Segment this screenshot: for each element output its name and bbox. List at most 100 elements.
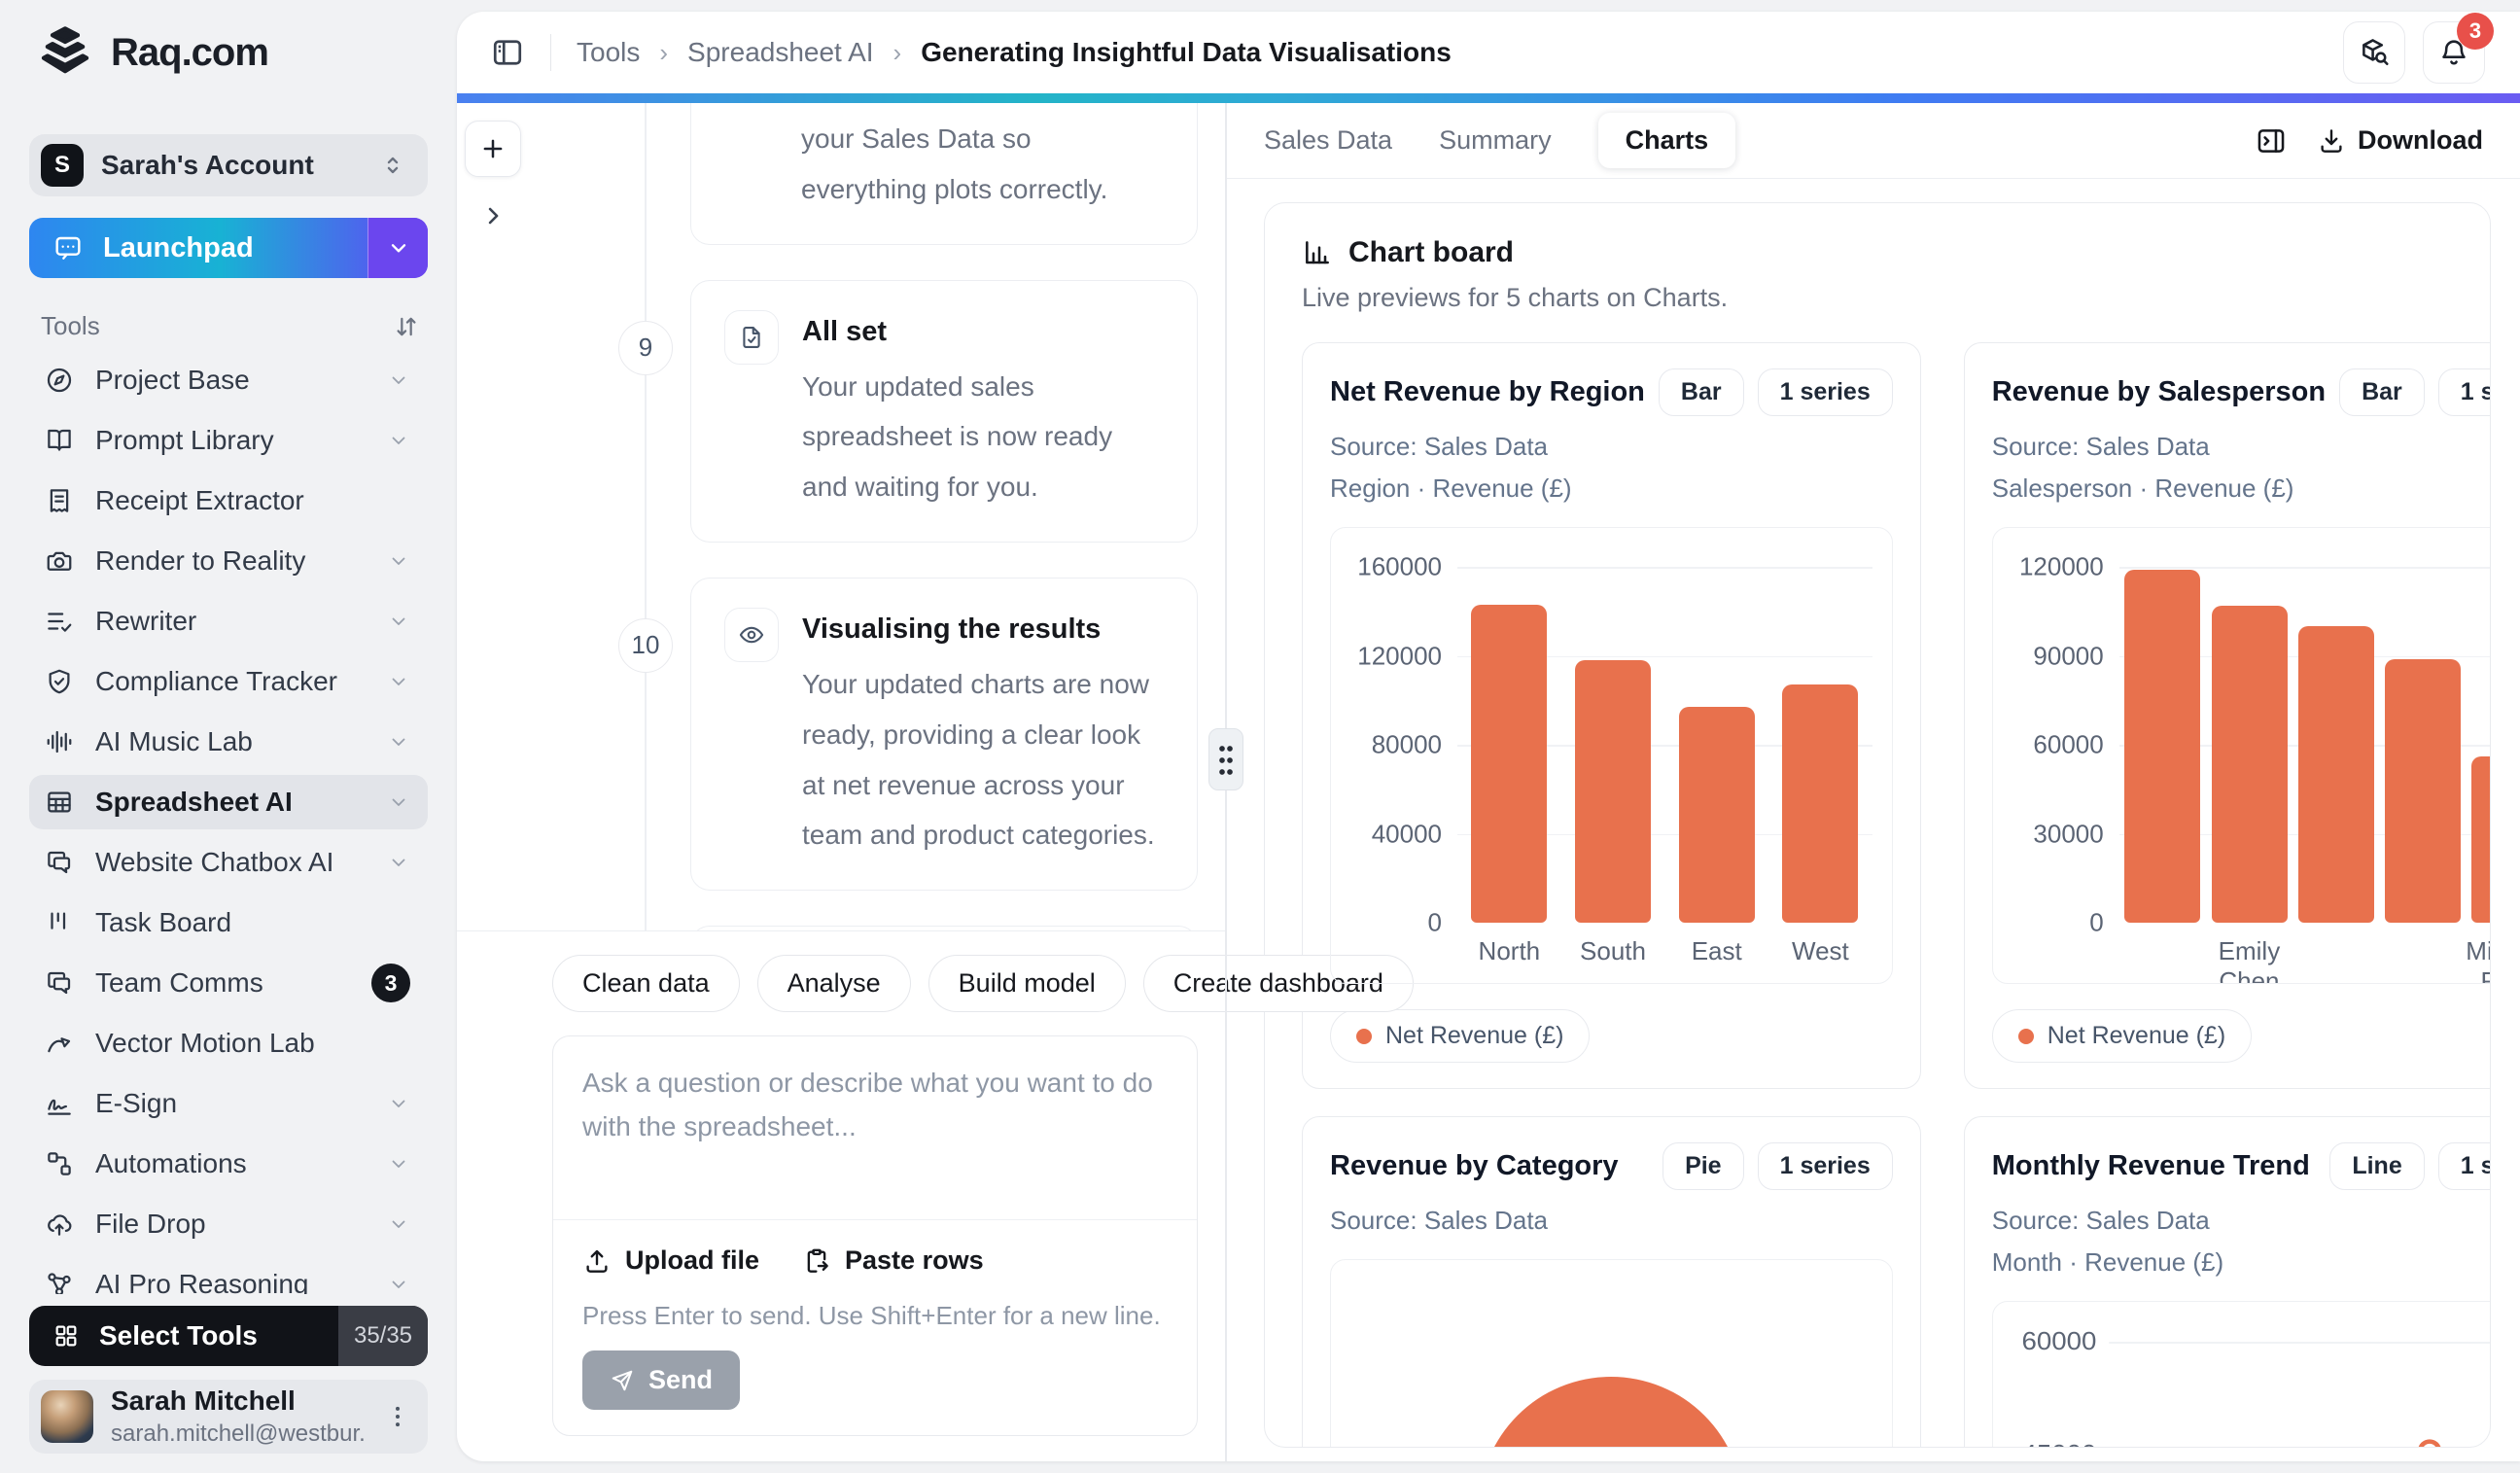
charts-panel: Sales Data Summary Charts Download — [1227, 103, 2520, 1461]
launchpad-button[interactable]: Launchpad — [29, 218, 428, 278]
chart-title: Monthly Revenue Trend — [1992, 1150, 2317, 1182]
chart-plot-bar: 0300006000090000120000Emily ChenMichael … — [1992, 527, 2491, 984]
panel-resize-handle[interactable] — [1208, 728, 1243, 790]
grip-dots-icon — [1218, 743, 1234, 776]
x-axis-label: East — [1664, 936, 1768, 966]
composer-hint: Press Enter to send. Use Shift+Enter for… — [553, 1276, 1197, 1331]
chart-badge-1-series: 1 series — [1758, 1142, 1893, 1190]
sidebar-item-prompt-library[interactable]: Prompt Library — [29, 413, 428, 468]
chart-title: Revenue by Salesperson — [1992, 376, 2326, 408]
audio-waveform-icon — [45, 727, 74, 756]
sidebar-item-rewriter[interactable]: Rewriter — [29, 594, 428, 649]
chart-legend: Net Revenue (£) — [1330, 1009, 1590, 1063]
chart-source: Source: Sales Data — [1330, 1206, 1893, 1236]
tab-sales-data[interactable]: Sales Data — [1264, 125, 1392, 156]
eye-icon — [724, 608, 779, 662]
chart-dimensions: Salesperson · Revenue (£) — [1992, 473, 2491, 504]
sidebar-item-spreadsheet-ai[interactable]: Spreadsheet AI — [29, 775, 428, 829]
sidebar-item-receipt-extractor[interactable]: Receipt Extractor — [29, 473, 428, 528]
chart-card-monthly-revenue-trend: Monthly Revenue TrendLine1 seriesSource:… — [1964, 1116, 2491, 1448]
sidebar-item-e-sign[interactable]: E-Sign — [29, 1076, 428, 1131]
sidebar-item-automations[interactable]: Automations — [29, 1137, 428, 1191]
send-button[interactable]: Send — [582, 1350, 740, 1410]
chart-dimensions: Month · Revenue (£) — [1992, 1247, 2491, 1278]
x-axis-label: North — [1457, 936, 1561, 966]
sidebar-item-project-base[interactable]: Project Base — [29, 353, 428, 407]
download-button[interactable]: Download — [2317, 125, 2483, 156]
user-name: Sarah Mitchell — [111, 1385, 366, 1417]
chart-source: Source: Sales Data — [1330, 432, 1893, 462]
bar — [1679, 707, 1755, 923]
analyse-button[interactable]: Analyse — [757, 955, 911, 1012]
collapse-panel-icon[interactable] — [2255, 124, 2288, 158]
x-axis-label — [2379, 936, 2466, 984]
chevron-down-icon — [387, 851, 410, 874]
chevron-down-icon — [387, 549, 410, 573]
chevron-down-icon — [387, 1273, 410, 1294]
main-panel: Tools›Spreadsheet AI›Generating Insightf… — [457, 12, 2520, 1461]
upload-file-button[interactable]: Upload file — [582, 1245, 759, 1276]
tools-section-label: Tools — [41, 311, 100, 341]
account-switcher[interactable]: S Sarah's Account — [29, 134, 428, 196]
network-icon — [45, 1270, 74, 1294]
chat-message-card: Visualising the resultsYour updated char… — [690, 578, 1198, 891]
timeline-step-9: 9All setYour updated sales spreadsheet i… — [618, 280, 1198, 543]
shield-check-icon — [45, 667, 74, 696]
brand-name: Raq.com — [111, 31, 268, 75]
launchpad-dropdown[interactable] — [368, 218, 428, 278]
chevron-down-icon — [387, 368, 410, 392]
sidebar-item-task-board[interactable]: Task Board — [29, 895, 428, 950]
cube-search-icon — [2358, 36, 2391, 69]
chat-bubbles-icon — [45, 968, 74, 998]
asset-search-button[interactable] — [2343, 21, 2405, 84]
chart-board: Chart board Live previews for 5 charts o… — [1264, 202, 2491, 1448]
tab-summary[interactable]: Summary — [1439, 125, 1552, 156]
breadcrumb-generating-insightful-data-visualisations: Generating Insightful Data Visualisation… — [921, 37, 1452, 68]
clipboard-paste-icon — [802, 1246, 831, 1276]
message-body: Your updated sales spreadsheet is now re… — [802, 362, 1164, 512]
legend-dot-icon — [1356, 1029, 1372, 1044]
user-card[interactable]: Sarah Mitchell sarah.mitchell@westbur... — [29, 1380, 428, 1454]
chat-composer-area: Clean dataAnalyseBuild modelCreate dashb… — [457, 930, 1225, 1461]
brand-logo-icon — [35, 22, 95, 83]
bar — [2471, 756, 2491, 923]
accent-gradient-stripe — [457, 93, 2520, 103]
sort-icon[interactable] — [393, 313, 420, 340]
select-tools-button[interactable]: Select Tools 35/35 — [29, 1306, 428, 1366]
notification-badge: 3 — [2457, 13, 2494, 50]
table-icon — [45, 788, 74, 817]
sidebar-item-vector-motion-lab[interactable]: Vector Motion Lab — [29, 1016, 428, 1070]
breadcrumb-tools[interactable]: Tools — [577, 37, 640, 68]
chat-message-partial: your Sales Data so everything plots corr… — [690, 103, 1198, 245]
collapse-chat-icon[interactable] — [479, 202, 507, 229]
chat-input[interactable]: Ask a question or describe what you want… — [553, 1062, 1197, 1206]
build-model-button[interactable]: Build model — [928, 955, 1126, 1012]
chart-plot-pie — [1330, 1259, 1893, 1448]
sidebar-item-compliance-tracker[interactable]: Compliance Tracker — [29, 654, 428, 709]
chat-timeline[interactable]: your Sales Data so everything plots corr… — [457, 103, 1225, 930]
breadcrumb-spreadsheet-ai[interactable]: Spreadsheet AI — [687, 37, 873, 68]
legend-dot-icon — [2018, 1029, 2034, 1044]
chevron-down-icon — [387, 1212, 410, 1236]
sidebar-item-file-drop[interactable]: File Drop — [29, 1197, 428, 1251]
composer: Ask a question or describe what you want… — [552, 1035, 1198, 1436]
sidebar-item-ai-pro-reasoning[interactable]: AI Pro Reasoning — [29, 1257, 428, 1294]
kebab-menu-icon[interactable] — [383, 1402, 412, 1431]
receipt-icon — [45, 486, 74, 515]
sidebar-item-website-chatbox-ai[interactable]: Website Chatbox AI — [29, 835, 428, 890]
avatar — [41, 1390, 93, 1443]
new-chat-button[interactable] — [465, 121, 521, 177]
x-axis-label: Michael Ross — [2466, 936, 2491, 984]
paste-rows-button[interactable]: Paste rows — [802, 1245, 984, 1276]
sidebar-item-render-to-reality[interactable]: Render to Reality — [29, 534, 428, 588]
send-icon — [610, 1368, 635, 1393]
sidebar-toggle-icon[interactable] — [490, 35, 525, 70]
chart-plot-line: 6000045000 — [1992, 1301, 2491, 1448]
sidebar-item-team-comms[interactable]: Team Comms3 — [29, 956, 428, 1010]
tab-charts[interactable]: Charts — [1598, 113, 1736, 168]
chart-badge-bar: Bar — [1659, 368, 1744, 416]
clean-data-button[interactable]: Clean data — [552, 955, 740, 1012]
sidebar-item-ai-music-lab[interactable]: AI Music Lab — [29, 715, 428, 769]
chart-badge-1-series: 1 series — [2438, 1142, 2491, 1190]
notifications-button[interactable]: 3 — [2423, 21, 2485, 84]
